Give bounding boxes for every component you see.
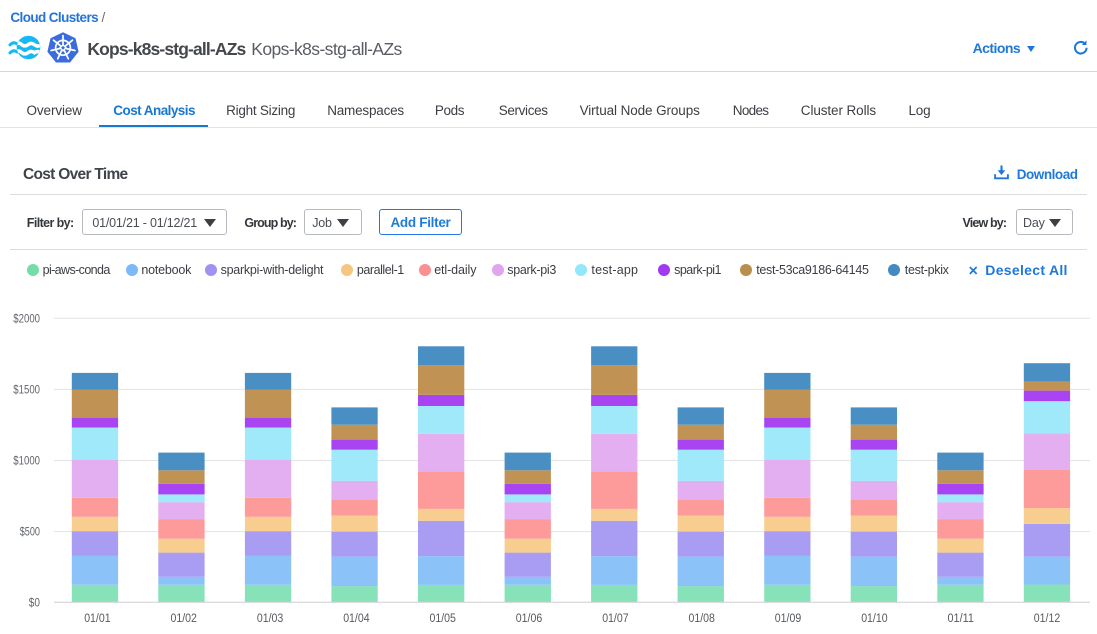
svg-text:01/09: 01/09 — [775, 613, 801, 625]
svg-text:01/02: 01/02 — [171, 613, 197, 625]
svg-text:$1000: $1000 — [13, 456, 40, 468]
svg-text:$500: $500 — [20, 527, 40, 539]
svg-text:01/03: 01/03 — [257, 613, 283, 625]
svg-text:01/01: 01/01 — [84, 613, 110, 625]
svg-text:01/10: 01/10 — [861, 613, 887, 625]
svg-text:$0: $0 — [29, 597, 40, 609]
svg-text:$1500: $1500 — [13, 385, 40, 397]
svg-text:01/12: 01/12 — [1034, 613, 1060, 625]
svg-text:01/07: 01/07 — [602, 613, 628, 625]
svg-text:01/11: 01/11 — [948, 613, 974, 625]
svg-text:01/05: 01/05 — [430, 613, 456, 625]
svg-text:01/08: 01/08 — [689, 613, 715, 625]
svg-text:$2000: $2000 — [13, 313, 40, 325]
svg-text:01/04: 01/04 — [343, 613, 370, 625]
svg-text:01/06: 01/06 — [516, 613, 542, 625]
